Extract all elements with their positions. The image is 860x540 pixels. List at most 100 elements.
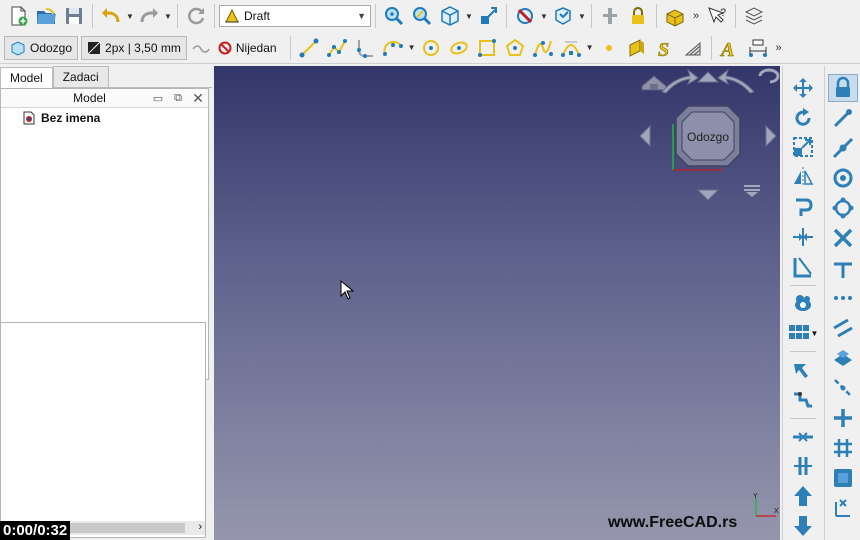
undo-dropdown-arrow[interactable]: ▼ [125,12,135,21]
arrow-left-icon[interactable] [639,124,651,148]
join-icon[interactable] [788,423,818,451]
fit-selection-icon[interactable] [408,2,436,30]
snap-angle-icon[interactable] [828,194,858,222]
home-icon[interactable] [641,75,667,91]
open-folder-icon[interactable] [32,2,60,30]
ellipse-icon[interactable] [445,34,473,62]
polygon-icon[interactable] [501,34,529,62]
video-timecode: 0:00/0:32 [0,521,71,540]
measure-icon[interactable] [474,2,502,30]
arrow-right-icon[interactable] [765,124,777,148]
no-draw-style-icon[interactable] [511,2,539,30]
fillet-icon[interactable] [351,34,379,62]
cube-face[interactable]: Odozgo [675,105,741,167]
offset-icon[interactable] [788,193,818,221]
snap-endpoint-icon[interactable] [828,104,858,132]
scale-icon[interactable] [788,134,818,162]
combo-view-panel: Model Zadaci Model ▭ ⧉ ✕ Bez imena › 0:0… [0,66,212,540]
shapestring-icon[interactable]: S [651,34,679,62]
save-icon[interactable] [60,2,88,30]
arrow-down-icon[interactable] [696,189,720,201]
scroll-right-icon[interactable]: › [198,521,202,533]
downgrade-icon[interactable] [788,386,818,414]
snap-intersection-icon[interactable] [828,224,858,252]
line-icon[interactable] [295,34,323,62]
bezier-icon[interactable] [557,34,585,62]
tab-tasks[interactable]: Zadaci [52,66,109,87]
workbench-stack-icon[interactable] [740,2,768,30]
snap-lock-icon[interactable] [827,74,858,102]
working-plane-button[interactable]: Odozgo [4,35,79,60]
more-icon[interactable]: » [689,10,703,22]
snap-center-icon[interactable] [828,164,858,192]
circle-icon[interactable] [417,34,445,62]
snap-perpendicular-icon[interactable] [828,254,858,282]
snap-grid-icon[interactable] [828,434,858,462]
snap-dimensions-icon[interactable] [828,494,858,522]
trimex-icon[interactable] [788,253,818,281]
drawstyle-dropdown-arrow[interactable]: ▼ [539,12,549,21]
snap-special-icon[interactable] [828,344,858,372]
tab-model[interactable]: Model [0,67,53,88]
stretch-icon[interactable] [788,223,818,251]
arc-dropdown-arrow[interactable]: ▼ [407,43,417,52]
redo-dropdown-arrow[interactable]: ▼ [163,12,173,21]
3d-viewport[interactable]: Odozgo Y X www.FreeCAD.rs [214,66,780,540]
point-icon[interactable] [595,34,623,62]
spin-icon[interactable] [758,68,780,84]
bezier-dropdown-arrow[interactable]: ▼ [585,43,595,52]
dimension-icon[interactable] [744,34,772,62]
restore-panel-icon[interactable]: ▭ [148,92,168,105]
snap-workingplane-icon[interactable] [828,464,858,492]
new-document-icon[interactable] [4,2,32,30]
mirror-icon[interactable] [788,163,818,191]
snap-parallel-icon[interactable] [828,314,858,342]
construction-mode-button[interactable]: Nijedan [211,35,283,60]
snap-near-icon[interactable] [828,374,858,402]
pick-tool-icon[interactable] [596,2,624,30]
facebinder-icon[interactable] [623,34,651,62]
line-style-button[interactable]: 2px | 3,50 mm [81,35,187,60]
arrow-up-icon[interactable] [788,482,818,510]
isometric-view-icon[interactable] [436,2,464,30]
fit-all-icon[interactable] [380,2,408,30]
views-dropdown-arrow[interactable]: ▼ [464,12,474,21]
hatch-icon[interactable] [679,34,707,62]
watermark: www.FreeCAD.rs [608,514,738,531]
wire-icon[interactable] [323,34,351,62]
float-panel-icon[interactable]: ⧉ [168,92,188,105]
upgrade-icon[interactable] [788,356,818,384]
rotate-icon[interactable] [788,104,818,132]
part-icon[interactable] [661,2,689,30]
rotate-right-arrow-icon[interactable] [717,68,755,94]
rotate-left-arrow-icon[interactable] [661,68,699,94]
clone-icon[interactable] [788,290,818,318]
arrow-down-icon[interactable] [788,512,818,540]
lock-icon[interactable] [624,2,652,30]
line-color-icon [87,41,101,54]
redo-icon[interactable] [135,2,163,30]
undo-icon[interactable] [97,2,125,30]
refresh-icon[interactable] [182,2,210,30]
more-icon[interactable]: » [772,42,786,54]
workbench-selector[interactable]: Draft ▼ [219,5,371,27]
tree-item-document[interactable]: Bez imena [1,108,208,128]
arrow-up-icon[interactable] [696,71,720,83]
auto-group-icon[interactable] [190,34,212,62]
bspline-icon[interactable] [529,34,557,62]
arc-icon[interactable] [379,34,407,62]
navcube-menu-icon[interactable] [744,185,760,197]
text-icon[interactable]: A [716,34,744,62]
snap-midpoint-icon[interactable] [828,134,858,162]
stereo-dropdown-arrow[interactable]: ▼ [577,12,587,21]
navigation-cube[interactable]: Odozgo [636,66,780,206]
snap-ortho-icon[interactable] [828,404,858,432]
split-icon[interactable] [788,453,818,481]
array-icon[interactable]: ▼ [784,319,822,347]
whats-this-icon[interactable]: ? [703,2,731,30]
rectangle-icon[interactable] [473,34,501,62]
bounding-box-icon[interactable] [549,2,577,30]
close-icon[interactable]: ✕ [188,90,208,107]
snap-extension-icon[interactable] [828,284,858,312]
move-icon[interactable] [788,74,818,102]
